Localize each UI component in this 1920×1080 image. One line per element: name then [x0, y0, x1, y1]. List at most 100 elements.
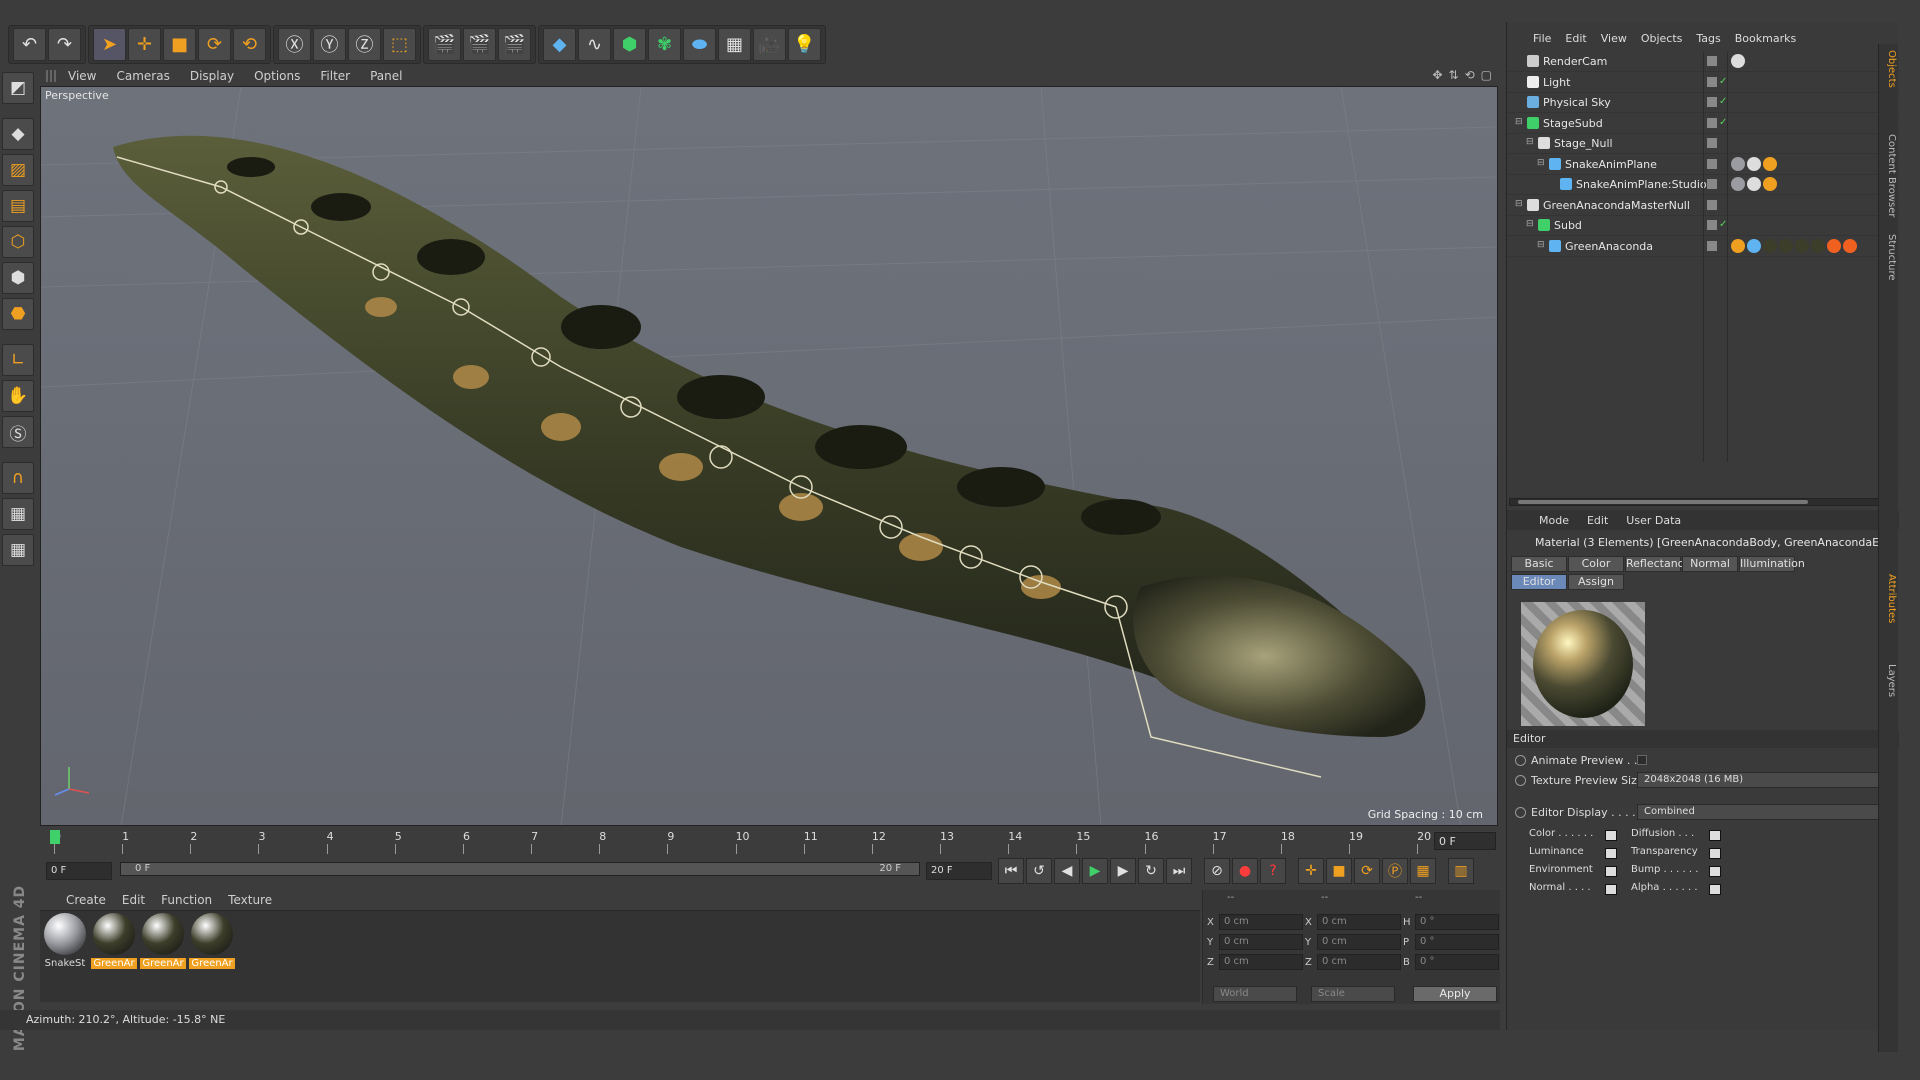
tab-editor[interactable]: Editor: [1511, 574, 1567, 590]
coord-mode-dropdown[interactable]: Scale: [1311, 986, 1395, 1002]
go-to-start-button[interactable]: ⏮: [998, 858, 1024, 884]
side-tab-objects[interactable]: Objects: [1881, 50, 1897, 88]
playhead[interactable]: [50, 830, 60, 844]
editor-display-dropdown[interactable]: Combined: [1637, 804, 1893, 820]
tab-normal[interactable]: Normal: [1682, 556, 1738, 572]
tweak-icon[interactable]: ✋: [2, 380, 34, 412]
tag-icon[interactable]: [1731, 54, 1745, 68]
preview-range-slider[interactable]: 0 F 20 F: [120, 862, 920, 876]
coord-input[interactable]: 0 cm: [1219, 954, 1303, 970]
timeline[interactable]: 01234567891011121314151617181920 0 F: [40, 828, 1500, 858]
visibility-toggle-icon[interactable]: [1707, 138, 1717, 148]
menu-user-data[interactable]: User Data: [1626, 514, 1681, 527]
channel-checkbox[interactable]: [1605, 848, 1617, 859]
y-axis-button[interactable]: Ⓨ: [313, 27, 346, 61]
tab-color[interactable]: Color: [1568, 556, 1624, 572]
texture-preview-dropdown[interactable]: 2048x2048 (16 MB): [1637, 772, 1893, 788]
side-tab-content-browser[interactable]: Content Browser: [1881, 134, 1897, 217]
edges-mode-icon[interactable]: ⬢: [2, 262, 34, 294]
material-thumbnail[interactable]: SnakeSt: [42, 913, 88, 973]
model-mode-icon[interactable]: ◆: [2, 118, 34, 150]
panel-grip[interactable]: [46, 70, 58, 82]
menu-display[interactable]: Display: [190, 69, 234, 83]
orbit-icon[interactable]: ⟲: [1465, 68, 1475, 82]
side-tab-layers[interactable]: Layers: [1881, 664, 1897, 697]
solo-icon[interactable]: Ⓢ: [2, 416, 34, 448]
coord-input[interactable]: 0 cm: [1317, 914, 1401, 930]
tag-icon[interactable]: [1827, 238, 1841, 253]
render-picture-button[interactable]: 🎬: [463, 27, 496, 61]
channel-checkbox[interactable]: [1709, 884, 1721, 895]
coord-input[interactable]: 0 cm: [1219, 914, 1303, 930]
z-axis-button[interactable]: Ⓩ: [348, 27, 381, 61]
render-view-button[interactable]: 🎬: [428, 27, 461, 61]
menu-view[interactable]: View: [1601, 32, 1627, 45]
mograph-button[interactable]: ✾: [648, 27, 681, 61]
coord-input[interactable]: 0 °: [1415, 914, 1499, 930]
visibility-toggle-icon[interactable]: [1707, 117, 1717, 128]
channel-checkbox[interactable]: [1605, 866, 1617, 877]
side-tab-attributes[interactable]: Attributes: [1881, 574, 1897, 623]
next-frame-button[interactable]: ▶: [1110, 858, 1136, 884]
points-mode-icon[interactable]: ⬡: [2, 226, 34, 258]
perspective-viewport[interactable]: Perspective Grid Spacing : 10 cm: [40, 86, 1498, 826]
visibility-toggle-icon[interactable]: [1707, 220, 1717, 230]
apply-button[interactable]: Apply: [1413, 986, 1497, 1002]
texture-mode-icon[interactable]: ▨: [2, 154, 34, 186]
tag-icon[interactable]: [1731, 156, 1745, 171]
channel-checkbox[interactable]: [1605, 884, 1617, 895]
tag-icon[interactable]: [1747, 238, 1761, 253]
coordinate-system-button[interactable]: ⬚: [383, 27, 416, 61]
coord-input[interactable]: 0 cm: [1317, 934, 1401, 950]
move-button[interactable]: ✛: [128, 27, 161, 61]
tab-reflectance[interactable]: Reflectance: [1625, 556, 1691, 572]
tag-icon[interactable]: [1779, 238, 1793, 253]
tag-icon[interactable]: [1747, 156, 1761, 171]
cube-button[interactable]: ◆: [543, 27, 576, 61]
expand-toggle-icon[interactable]: ⊟: [1526, 137, 1534, 147]
key-pla-button[interactable]: ▦: [1410, 858, 1436, 884]
scale-button[interactable]: ■: [163, 27, 196, 61]
keyframe-button[interactable]: ⊘: [1204, 858, 1230, 884]
rotate-button[interactable]: ⟳: [198, 27, 231, 61]
material-thumbnail[interactable]: GreenAr: [140, 913, 186, 973]
animate-preview-checkbox[interactable]: [1637, 755, 1647, 765]
next-key-button[interactable]: ↻: [1138, 858, 1164, 884]
channel-checkbox[interactable]: [1709, 866, 1721, 877]
prev-key-button[interactable]: ↺: [1026, 858, 1052, 884]
maximize-icon[interactable]: ▢: [1481, 68, 1492, 82]
coord-input[interactable]: 0 °: [1415, 954, 1499, 970]
key-scale-button[interactable]: ■: [1326, 858, 1352, 884]
material-thumbnail[interactable]: GreenAr: [91, 913, 137, 973]
object-manager-scrollbar[interactable]: [1509, 498, 1897, 506]
visibility-toggle-icon[interactable]: [1707, 56, 1717, 66]
menu-filter[interactable]: Filter: [320, 69, 350, 83]
workplane-mode-icon[interactable]: ▤: [2, 190, 34, 222]
tag-icon[interactable]: [1763, 156, 1777, 171]
menu-edit[interactable]: Edit: [1587, 514, 1608, 527]
make-editable-icon[interactable]: ◩: [2, 72, 34, 104]
expand-toggle-icon[interactable]: ⊟: [1537, 240, 1545, 250]
tag-icon[interactable]: [1731, 238, 1745, 253]
menu-tags[interactable]: Tags: [1696, 32, 1720, 45]
expand-toggle-icon[interactable]: ⊟: [1515, 117, 1523, 127]
end-frame-field[interactable]: 20 F: [926, 862, 992, 880]
scrollbar-thumb[interactable]: [1518, 500, 1808, 504]
snap-settings-icon[interactable]: ▦: [2, 534, 34, 566]
menu-cameras[interactable]: Cameras: [116, 69, 169, 83]
material-thumbnail[interactable]: GreenAr: [189, 913, 235, 973]
tab-illumination[interactable]: Illumination: [1739, 556, 1805, 572]
timeline-ruler[interactable]: 01234567891011121314151617181920: [50, 828, 1440, 858]
subdivision-button[interactable]: ⬢: [613, 27, 646, 61]
menu-view[interactable]: View: [68, 69, 96, 83]
menu-file[interactable]: File: [1533, 32, 1551, 45]
autokey-button[interactable]: ?: [1260, 858, 1286, 884]
redo-button[interactable]: ↷: [48, 27, 81, 61]
menu-panel[interactable]: Panel: [370, 69, 402, 83]
undo-button[interactable]: ↶: [13, 27, 46, 61]
go-to-end-button[interactable]: ⏭: [1166, 858, 1192, 884]
editor-display-radio[interactable]: [1515, 807, 1526, 818]
play-button[interactable]: ▶: [1082, 858, 1108, 884]
coord-input[interactable]: 0 °: [1415, 934, 1499, 950]
expand-toggle-icon[interactable]: ⊟: [1537, 158, 1545, 168]
